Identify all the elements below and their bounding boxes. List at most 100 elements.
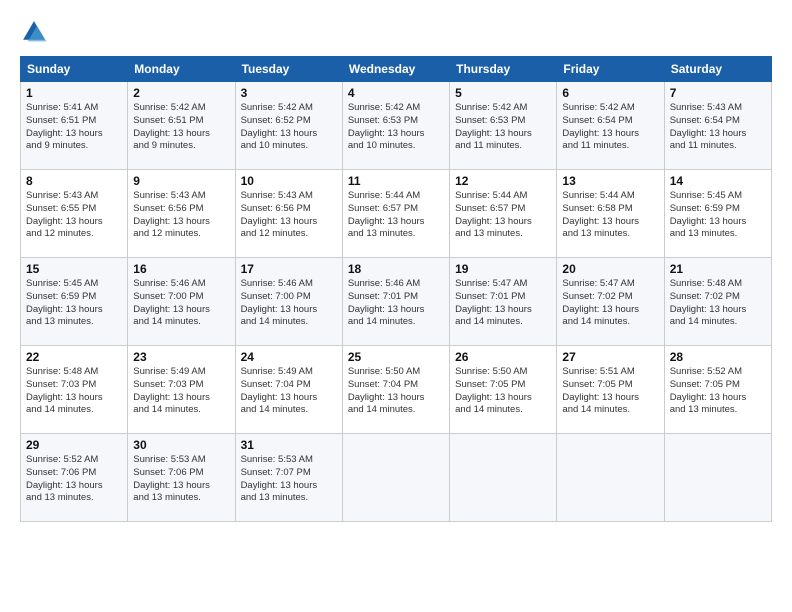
weekday-header-row: SundayMondayTuesdayWednesdayThursdayFrid… bbox=[21, 57, 772, 82]
day-number: 9 bbox=[133, 174, 229, 188]
day-number: 16 bbox=[133, 262, 229, 276]
weekday-header-cell: Sunday bbox=[21, 57, 128, 82]
day-number: 7 bbox=[670, 86, 766, 100]
day-number: 2 bbox=[133, 86, 229, 100]
day-detail: Sunrise: 5:41 AM Sunset: 6:51 PM Dayligh… bbox=[26, 102, 122, 153]
day-detail: Sunrise: 5:51 AM Sunset: 7:05 PM Dayligh… bbox=[562, 366, 658, 417]
day-detail: Sunrise: 5:48 AM Sunset: 7:02 PM Dayligh… bbox=[670, 278, 766, 329]
day-detail: Sunrise: 5:47 AM Sunset: 7:01 PM Dayligh… bbox=[455, 278, 551, 329]
weekday-header-cell: Monday bbox=[128, 57, 235, 82]
calendar-day-cell: 12 Sunrise: 5:44 AM Sunset: 6:57 PM Dayl… bbox=[450, 170, 557, 258]
day-number: 30 bbox=[133, 438, 229, 452]
calendar-day-cell bbox=[342, 434, 449, 522]
logo-icon bbox=[20, 18, 48, 46]
day-detail: Sunrise: 5:53 AM Sunset: 7:06 PM Dayligh… bbox=[133, 454, 229, 505]
day-number: 15 bbox=[26, 262, 122, 276]
day-number: 19 bbox=[455, 262, 551, 276]
day-detail: Sunrise: 5:46 AM Sunset: 7:00 PM Dayligh… bbox=[133, 278, 229, 329]
calendar-day-cell: 1 Sunrise: 5:41 AM Sunset: 6:51 PM Dayli… bbox=[21, 82, 128, 170]
day-detail: Sunrise: 5:45 AM Sunset: 6:59 PM Dayligh… bbox=[670, 190, 766, 241]
calendar-day-cell: 17 Sunrise: 5:46 AM Sunset: 7:00 PM Dayl… bbox=[235, 258, 342, 346]
calendar-day-cell: 10 Sunrise: 5:43 AM Sunset: 6:56 PM Dayl… bbox=[235, 170, 342, 258]
calendar-day-cell: 24 Sunrise: 5:49 AM Sunset: 7:04 PM Dayl… bbox=[235, 346, 342, 434]
day-detail: Sunrise: 5:49 AM Sunset: 7:04 PM Dayligh… bbox=[241, 366, 337, 417]
day-detail: Sunrise: 5:50 AM Sunset: 7:05 PM Dayligh… bbox=[455, 366, 551, 417]
weekday-header-cell: Tuesday bbox=[235, 57, 342, 82]
day-detail: Sunrise: 5:45 AM Sunset: 6:59 PM Dayligh… bbox=[26, 278, 122, 329]
calendar-day-cell: 4 Sunrise: 5:42 AM Sunset: 6:53 PM Dayli… bbox=[342, 82, 449, 170]
calendar-day-cell bbox=[557, 434, 664, 522]
day-number: 11 bbox=[348, 174, 444, 188]
day-number: 23 bbox=[133, 350, 229, 364]
day-number: 21 bbox=[670, 262, 766, 276]
day-number: 31 bbox=[241, 438, 337, 452]
logo bbox=[20, 18, 52, 46]
day-number: 13 bbox=[562, 174, 658, 188]
day-detail: Sunrise: 5:50 AM Sunset: 7:04 PM Dayligh… bbox=[348, 366, 444, 417]
calendar-day-cell: 30 Sunrise: 5:53 AM Sunset: 7:06 PM Dayl… bbox=[128, 434, 235, 522]
day-detail: Sunrise: 5:48 AM Sunset: 7:03 PM Dayligh… bbox=[26, 366, 122, 417]
day-number: 14 bbox=[670, 174, 766, 188]
calendar-day-cell: 18 Sunrise: 5:46 AM Sunset: 7:01 PM Dayl… bbox=[342, 258, 449, 346]
calendar-day-cell bbox=[450, 434, 557, 522]
calendar-week-row: 1 Sunrise: 5:41 AM Sunset: 6:51 PM Dayli… bbox=[21, 82, 772, 170]
calendar-day-cell: 29 Sunrise: 5:52 AM Sunset: 7:06 PM Dayl… bbox=[21, 434, 128, 522]
weekday-header-cell: Saturday bbox=[664, 57, 771, 82]
calendar-day-cell: 3 Sunrise: 5:42 AM Sunset: 6:52 PM Dayli… bbox=[235, 82, 342, 170]
day-number: 25 bbox=[348, 350, 444, 364]
calendar-day-cell: 19 Sunrise: 5:47 AM Sunset: 7:01 PM Dayl… bbox=[450, 258, 557, 346]
day-detail: Sunrise: 5:43 AM Sunset: 6:56 PM Dayligh… bbox=[241, 190, 337, 241]
calendar-day-cell: 15 Sunrise: 5:45 AM Sunset: 6:59 PM Dayl… bbox=[21, 258, 128, 346]
day-detail: Sunrise: 5:44 AM Sunset: 6:57 PM Dayligh… bbox=[348, 190, 444, 241]
calendar-day-cell: 6 Sunrise: 5:42 AM Sunset: 6:54 PM Dayli… bbox=[557, 82, 664, 170]
calendar-week-row: 29 Sunrise: 5:52 AM Sunset: 7:06 PM Dayl… bbox=[21, 434, 772, 522]
calendar-body: 1 Sunrise: 5:41 AM Sunset: 6:51 PM Dayli… bbox=[21, 82, 772, 522]
day-number: 5 bbox=[455, 86, 551, 100]
page: SundayMondayTuesdayWednesdayThursdayFrid… bbox=[0, 0, 792, 612]
calendar-day-cell: 27 Sunrise: 5:51 AM Sunset: 7:05 PM Dayl… bbox=[557, 346, 664, 434]
calendar-day-cell: 7 Sunrise: 5:43 AM Sunset: 6:54 PM Dayli… bbox=[664, 82, 771, 170]
calendar-week-row: 8 Sunrise: 5:43 AM Sunset: 6:55 PM Dayli… bbox=[21, 170, 772, 258]
day-number: 10 bbox=[241, 174, 337, 188]
calendar-day-cell: 2 Sunrise: 5:42 AM Sunset: 6:51 PM Dayli… bbox=[128, 82, 235, 170]
day-detail: Sunrise: 5:52 AM Sunset: 7:05 PM Dayligh… bbox=[670, 366, 766, 417]
calendar-day-cell bbox=[664, 434, 771, 522]
day-detail: Sunrise: 5:42 AM Sunset: 6:54 PM Dayligh… bbox=[562, 102, 658, 153]
day-detail: Sunrise: 5:42 AM Sunset: 6:53 PM Dayligh… bbox=[348, 102, 444, 153]
calendar-day-cell: 22 Sunrise: 5:48 AM Sunset: 7:03 PM Dayl… bbox=[21, 346, 128, 434]
day-detail: Sunrise: 5:52 AM Sunset: 7:06 PM Dayligh… bbox=[26, 454, 122, 505]
calendar-day-cell: 9 Sunrise: 5:43 AM Sunset: 6:56 PM Dayli… bbox=[128, 170, 235, 258]
day-number: 29 bbox=[26, 438, 122, 452]
day-number: 28 bbox=[670, 350, 766, 364]
calendar-day-cell: 26 Sunrise: 5:50 AM Sunset: 7:05 PM Dayl… bbox=[450, 346, 557, 434]
day-number: 20 bbox=[562, 262, 658, 276]
calendar-day-cell: 5 Sunrise: 5:42 AM Sunset: 6:53 PM Dayli… bbox=[450, 82, 557, 170]
day-number: 24 bbox=[241, 350, 337, 364]
calendar-day-cell: 16 Sunrise: 5:46 AM Sunset: 7:00 PM Dayl… bbox=[128, 258, 235, 346]
day-detail: Sunrise: 5:49 AM Sunset: 7:03 PM Dayligh… bbox=[133, 366, 229, 417]
day-detail: Sunrise: 5:42 AM Sunset: 6:52 PM Dayligh… bbox=[241, 102, 337, 153]
day-detail: Sunrise: 5:46 AM Sunset: 7:01 PM Dayligh… bbox=[348, 278, 444, 329]
calendar-day-cell: 31 Sunrise: 5:53 AM Sunset: 7:07 PM Dayl… bbox=[235, 434, 342, 522]
calendar-day-cell: 28 Sunrise: 5:52 AM Sunset: 7:05 PM Dayl… bbox=[664, 346, 771, 434]
calendar-week-row: 15 Sunrise: 5:45 AM Sunset: 6:59 PM Dayl… bbox=[21, 258, 772, 346]
day-detail: Sunrise: 5:42 AM Sunset: 6:53 PM Dayligh… bbox=[455, 102, 551, 153]
calendar-day-cell: 11 Sunrise: 5:44 AM Sunset: 6:57 PM Dayl… bbox=[342, 170, 449, 258]
day-detail: Sunrise: 5:53 AM Sunset: 7:07 PM Dayligh… bbox=[241, 454, 337, 505]
day-detail: Sunrise: 5:47 AM Sunset: 7:02 PM Dayligh… bbox=[562, 278, 658, 329]
day-number: 3 bbox=[241, 86, 337, 100]
weekday-header-cell: Thursday bbox=[450, 57, 557, 82]
weekday-header-cell: Wednesday bbox=[342, 57, 449, 82]
calendar-day-cell: 25 Sunrise: 5:50 AM Sunset: 7:04 PM Dayl… bbox=[342, 346, 449, 434]
day-number: 17 bbox=[241, 262, 337, 276]
day-number: 6 bbox=[562, 86, 658, 100]
calendar: SundayMondayTuesdayWednesdayThursdayFrid… bbox=[20, 56, 772, 522]
day-detail: Sunrise: 5:42 AM Sunset: 6:51 PM Dayligh… bbox=[133, 102, 229, 153]
day-number: 22 bbox=[26, 350, 122, 364]
day-number: 12 bbox=[455, 174, 551, 188]
weekday-header-cell: Friday bbox=[557, 57, 664, 82]
day-number: 27 bbox=[562, 350, 658, 364]
day-detail: Sunrise: 5:43 AM Sunset: 6:55 PM Dayligh… bbox=[26, 190, 122, 241]
day-number: 8 bbox=[26, 174, 122, 188]
calendar-day-cell: 14 Sunrise: 5:45 AM Sunset: 6:59 PM Dayl… bbox=[664, 170, 771, 258]
